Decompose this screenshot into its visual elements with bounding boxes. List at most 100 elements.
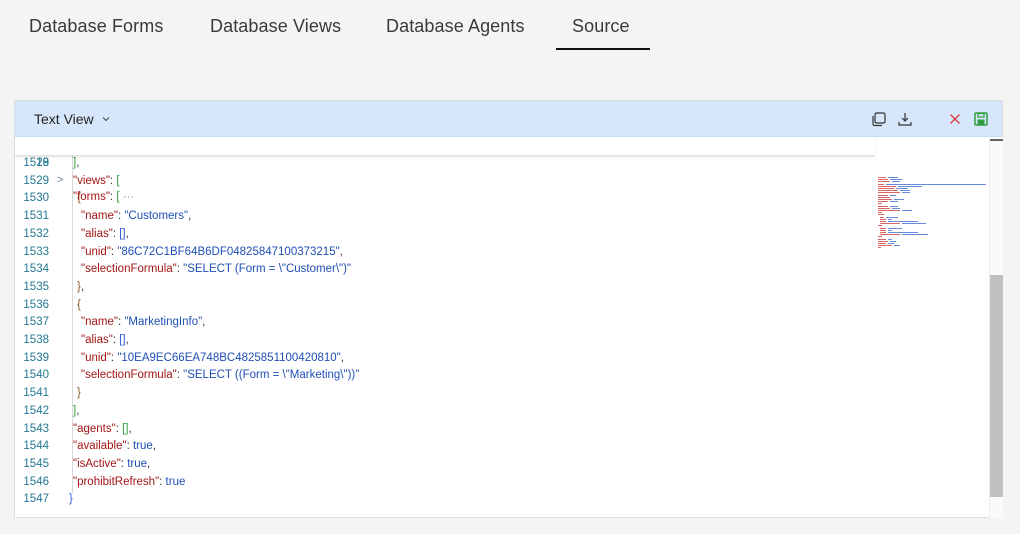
json-key: "name" bbox=[81, 316, 118, 329]
minimap-line bbox=[880, 232, 886, 233]
json-key: "available" bbox=[73, 440, 127, 453]
json-key: "views" bbox=[73, 174, 110, 187]
json-bracket: [ bbox=[116, 174, 120, 187]
line-number: 1544 bbox=[23, 440, 49, 453]
code-text: "alias": [], bbox=[81, 226, 129, 243]
code-line: 1539 "unid": "10EA9EC66EA748BC48258511004… bbox=[15, 350, 875, 367]
minimap-line bbox=[878, 199, 892, 200]
json-string: "10EA9EC66EA748BC4825851100420810" bbox=[117, 351, 341, 364]
code-text: "unid": "86C72C1BF64B6DF0482584710037321… bbox=[81, 244, 343, 261]
minimap-line bbox=[878, 183, 884, 185]
minimap-line bbox=[888, 177, 898, 178]
code-line: 1536 { bbox=[15, 297, 875, 314]
active-tab-indicator bbox=[556, 48, 650, 50]
minimap-line bbox=[878, 214, 884, 216]
minimap-line bbox=[878, 247, 881, 249]
minimap-line bbox=[878, 205, 888, 207]
tab-database-agents[interactable]: Database Agents bbox=[386, 16, 525, 37]
json-string: "Customers" bbox=[124, 210, 189, 223]
minimap-line bbox=[878, 236, 882, 238]
json-key: "prohibitRefresh" bbox=[73, 475, 160, 488]
line-number: 1543 bbox=[23, 422, 49, 435]
copy-icon[interactable] bbox=[870, 110, 888, 128]
minimap-line bbox=[880, 216, 884, 218]
minimap-line bbox=[888, 218, 892, 220]
json-punctuation: , bbox=[339, 245, 343, 258]
tab-database-forms[interactable]: Database Forms bbox=[29, 16, 163, 37]
code-text: { bbox=[77, 297, 81, 314]
scrollbar-thumb[interactable] bbox=[990, 275, 1003, 497]
code-line: 1547} bbox=[15, 491, 875, 508]
minimap-line bbox=[900, 190, 910, 192]
minimap-line bbox=[878, 212, 882, 214]
json-key: "alias" bbox=[81, 334, 113, 346]
json-bracket: } bbox=[77, 387, 81, 400]
sticky-scroll-line[interactable]: 19 > "forms": [ ··· bbox=[15, 138, 875, 203]
minimap-line bbox=[878, 240, 888, 242]
tab-source[interactable]: Source bbox=[572, 16, 630, 37]
code-text: "isActive": true, bbox=[73, 456, 150, 473]
json-punctuation: , bbox=[202, 316, 206, 329]
code-area[interactable]: 19 > "forms": [ ··· 1528], 1529 "views": [… bbox=[15, 138, 989, 518]
minimap-line bbox=[878, 207, 890, 209]
minimap-line bbox=[878, 196, 890, 198]
json-string: "SELECT (Form = \"Customer\")" bbox=[183, 263, 352, 276]
json-bracket: } bbox=[69, 493, 73, 506]
json-boolean: true bbox=[132, 440, 153, 453]
code-text: ], bbox=[73, 403, 79, 420]
json-key: "agents" bbox=[73, 422, 116, 435]
vertical-scrollbar[interactable] bbox=[989, 138, 1003, 518]
minimap-line bbox=[878, 238, 886, 240]
minimap-line bbox=[878, 245, 892, 247]
minimap-line bbox=[878, 179, 888, 181]
code-text: "available": true, bbox=[73, 438, 156, 455]
json-key: "selectionFormula" bbox=[81, 263, 177, 276]
code-line: 1541} bbox=[15, 385, 875, 402]
code-text: "name": "Customers", bbox=[81, 208, 191, 225]
minimap[interactable] bbox=[878, 175, 989, 255]
minimap-line bbox=[880, 221, 886, 222]
minimap-line bbox=[890, 205, 898, 207]
minimap-line bbox=[878, 192, 900, 194]
code-line: 1532 "alias": [], bbox=[15, 226, 875, 243]
minimap-line bbox=[886, 183, 986, 185]
json-key: "unid" bbox=[81, 245, 111, 258]
expand-chevron-icon[interactable]: > bbox=[57, 172, 63, 189]
json-string: "86C72C1BF64B6DF04825847100373215" bbox=[117, 245, 340, 258]
json-key: "alias" bbox=[81, 227, 113, 240]
code-text: "prohibitRefresh": true bbox=[73, 474, 185, 491]
code-line: 1529 "views": [ bbox=[15, 173, 875, 190]
minimap-line bbox=[886, 216, 898, 218]
minimap-line bbox=[878, 181, 890, 183]
minimap-line bbox=[880, 223, 900, 225]
download-icon[interactable] bbox=[896, 110, 914, 128]
tab-database-views[interactable]: Database Views bbox=[210, 16, 341, 37]
code-line: 1534 "selectionFormula": "SELECT (Form = … bbox=[15, 261, 875, 278]
code-text: "views": [ bbox=[73, 173, 120, 190]
minimap-line bbox=[878, 243, 886, 244]
json-string: "SELECT ((Form = \"Marketing\"))" bbox=[183, 369, 360, 382]
line-number: 1541 bbox=[23, 387, 49, 400]
line-number: 1533 bbox=[23, 245, 49, 258]
code-text: "selectionFormula": "SELECT (Form = \"Cu… bbox=[81, 261, 351, 278]
minimap-line bbox=[888, 227, 902, 229]
code-text: }, bbox=[77, 279, 84, 296]
line-number: 1540 bbox=[23, 369, 49, 382]
collapsed-ellipsis[interactable]: ··· bbox=[123, 191, 135, 203]
minimap-line bbox=[878, 203, 882, 205]
code-text: } bbox=[77, 385, 81, 402]
line-number: 1536 bbox=[23, 298, 49, 311]
code-line: 19 > "forms": [ ··· bbox=[15, 138, 875, 203]
minimap-line bbox=[896, 188, 908, 189]
json-key: "forms" bbox=[73, 191, 110, 203]
discard-icon[interactable] bbox=[946, 110, 964, 128]
code-line: 1545 "isActive": true, bbox=[15, 456, 875, 473]
code-line: 1543 "agents": [], bbox=[15, 421, 875, 438]
line-number: 1546 bbox=[23, 475, 49, 488]
minimap-line bbox=[878, 194, 888, 196]
minimap-line bbox=[880, 227, 886, 229]
save-icon[interactable] bbox=[972, 110, 990, 128]
minimap-line bbox=[878, 190, 898, 192]
view-mode-dropdown[interactable]: Text View bbox=[34, 111, 110, 127]
minimap-line bbox=[888, 221, 918, 222]
